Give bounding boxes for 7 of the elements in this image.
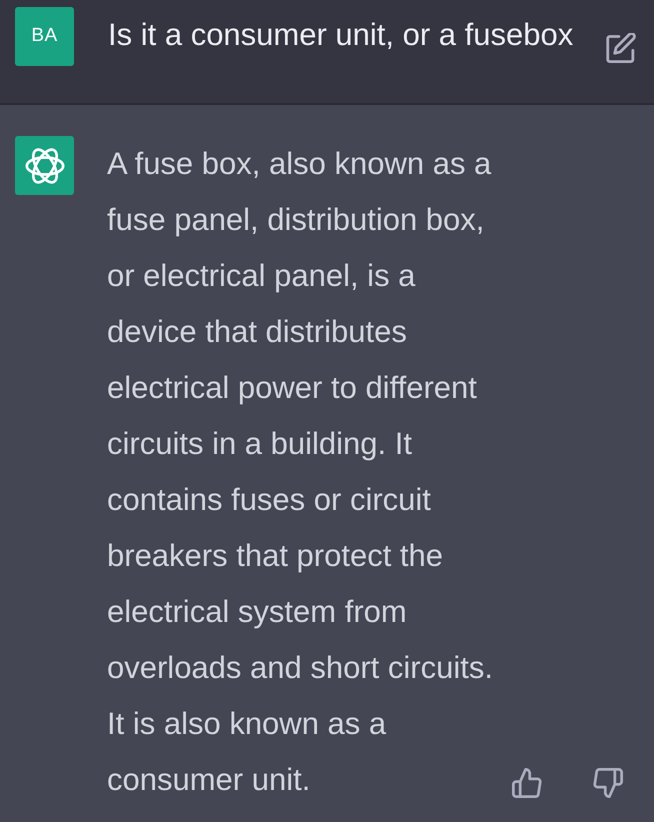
thumbs-down-icon[interactable] xyxy=(593,768,623,798)
edit-icon[interactable] xyxy=(606,33,636,63)
assistant-message-text: A fuse box, also known as a fuse panel, distribution box, or electrical panel, is a device that distributes electrical power to different circuits in a building. It contains fuses or circuit breakers that protect the electrical system from overloads and short circuits. It is also known as a consumer unit. xyxy=(107,145,493,799)
assistant-logo-icon xyxy=(15,136,74,195)
avatar-initials: BA xyxy=(31,24,58,48)
user-message-text: Is it a consumer unit, or a fusebox xyxy=(108,16,574,54)
thumbs-up-icon[interactable] xyxy=(512,768,542,798)
